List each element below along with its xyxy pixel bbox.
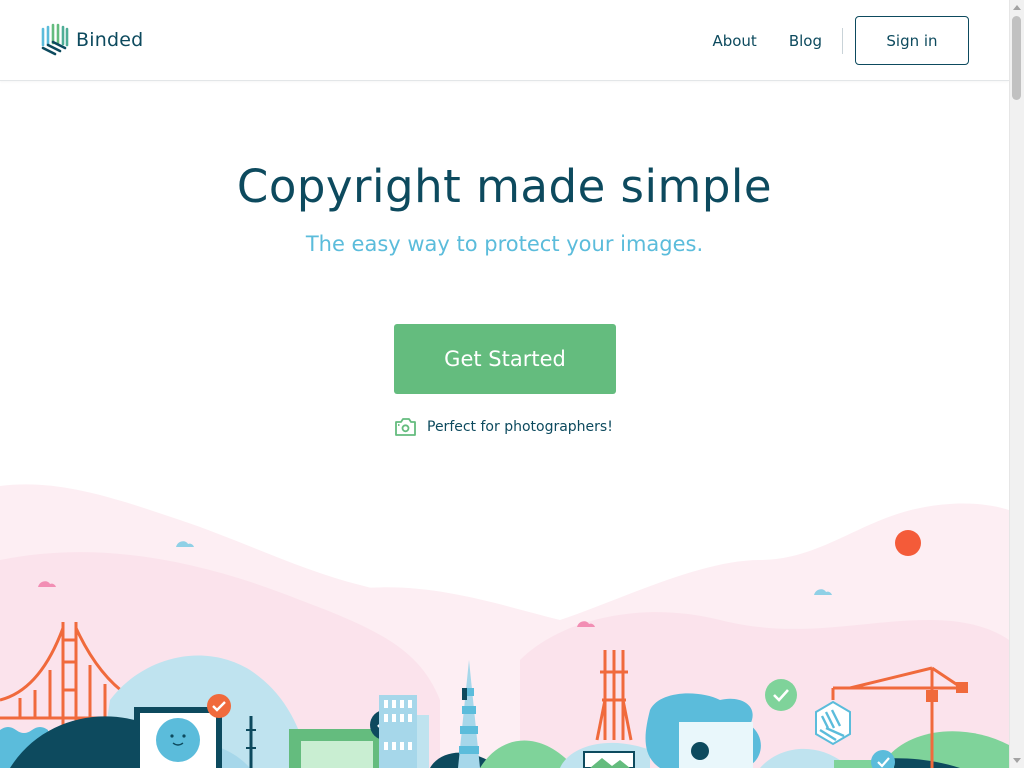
- scroll-down-arrow-icon[interactable]: [1013, 758, 1021, 763]
- binded-logo-icon: [41, 23, 69, 56]
- scrollbar-thumb[interactable]: [1012, 16, 1021, 100]
- hero-subtitle: The easy way to protect your images.: [305, 232, 704, 256]
- site-header: Binded About Blog Sign in: [0, 0, 1009, 81]
- nav-about-link[interactable]: About: [712, 32, 756, 50]
- nav-divider: [842, 27, 843, 54]
- nav-blog-link[interactable]: Blog: [789, 32, 822, 50]
- check-badge-icon: [207, 694, 231, 718]
- check-badge-icon: [765, 679, 797, 711]
- photographers-note-text: Perfect for photographers!: [427, 419, 613, 435]
- sun: [895, 530, 921, 556]
- get-started-button[interactable]: Get Started: [394, 324, 616, 394]
- page: Binded About Blog Sign in Copyright made…: [0, 0, 1009, 768]
- binded-hexagon-icon: [815, 700, 851, 746]
- photographers-note: Perfect for photographers!: [394, 417, 613, 437]
- hero-title: Copyright made simple: [236, 160, 773, 213]
- vertical-scrollbar[interactable]: [1009, 0, 1024, 768]
- city-skyline-illustration: [0, 484, 1009, 768]
- main-nav: About Blog Sign in: [712, 16, 969, 65]
- camera-icon: [395, 418, 416, 436]
- logo-text: Binded: [76, 29, 144, 51]
- logo[interactable]: Binded: [40, 23, 143, 57]
- sign-in-button[interactable]: Sign in: [855, 16, 969, 65]
- scroll-up-arrow-icon[interactable]: [1013, 5, 1021, 10]
